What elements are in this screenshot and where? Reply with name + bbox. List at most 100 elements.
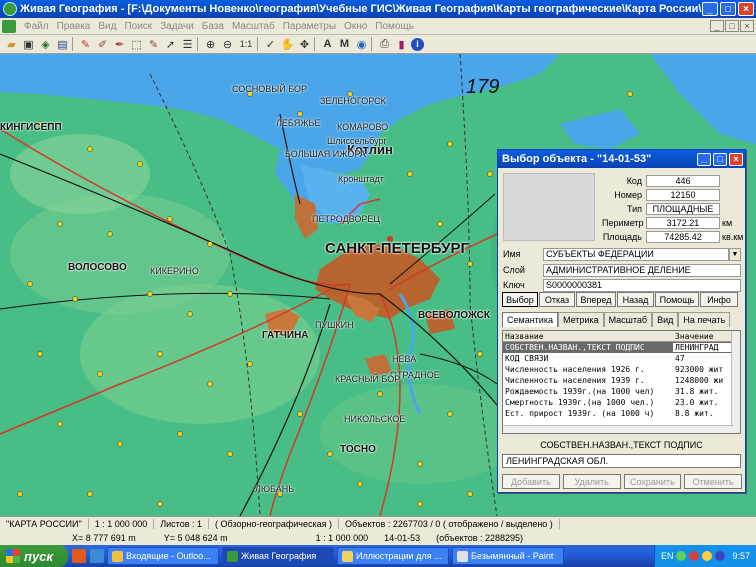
dialog-title-bar[interactable]: Выбор объекта - "14-01-53" _ □ × xyxy=(498,150,745,168)
minimize-button[interactable]: _ xyxy=(702,2,718,16)
map-label-kikerino[interactable]: КИКЕРИНО xyxy=(150,266,199,276)
map-label-sosnovy-bor[interactable]: СОСНОВЫЙ БОР xyxy=(232,84,307,94)
forward-button[interactable]: Вперед xyxy=(576,292,616,307)
map-label-tosno[interactable]: ТОСНО xyxy=(340,444,376,455)
task-illustrations[interactable]: Иллюстрации для ... xyxy=(337,547,449,565)
cancel-button[interactable]: Отказ xyxy=(539,292,575,307)
map-label-pushkin[interactable]: ПУШКИН xyxy=(315,320,354,330)
pin-icon[interactable]: ✒ xyxy=(112,37,127,52)
delete-button[interactable]: Удалить xyxy=(562,474,621,489)
column-header-name[interactable]: Название xyxy=(503,332,673,341)
save-button[interactable]: Сохранить xyxy=(623,474,682,489)
menu-window[interactable]: Окно xyxy=(340,21,371,32)
task-outlook[interactable]: Входящие - Outloo... xyxy=(107,547,219,565)
map-label-volosovo[interactable]: ВОЛОСОВО xyxy=(68,262,127,273)
start-button[interactable]: пуск xyxy=(0,545,68,567)
name-select[interactable]: СУБЪЕКТЫ ФЕДЕРАЦИИ xyxy=(543,247,729,261)
pencil-icon[interactable]: ✎ xyxy=(78,37,93,52)
mdi-restore-button[interactable]: □ xyxy=(725,20,739,32)
table-vertical-scrollbar[interactable] xyxy=(731,331,740,433)
map-label-kronshtadt[interactable]: Кронштадт xyxy=(338,174,384,184)
semantic-value-field[interactable]: ЛЕНИНГРАДСКАЯ ОБЛ. xyxy=(502,454,741,468)
printer-icon[interactable]: ⎙ xyxy=(377,37,392,52)
table-row[interactable]: Численность населения 1939 г. 1248000 жи xyxy=(503,375,740,386)
tray-icon[interactable] xyxy=(702,551,713,561)
select-tool-icon[interactable]: ✎ xyxy=(146,37,161,52)
menu-database[interactable]: База xyxy=(198,21,228,32)
arrow-cursor-icon[interactable]: ➚ xyxy=(163,37,178,52)
table-horizontal-scrollbar[interactable] xyxy=(503,425,733,433)
tray-icon[interactable] xyxy=(689,551,700,561)
tab-semantics[interactable]: Семантика xyxy=(502,312,558,327)
revert-button[interactable]: Отменить xyxy=(684,474,742,489)
table-row[interactable]: СОБСТВЕН.НАЗВАН.,ТЕКСТ ПОДПИС ЛЕНИНГРАД xyxy=(503,342,740,353)
dialog-minimize-button[interactable]: _ xyxy=(697,152,711,166)
info-icon[interactable]: i xyxy=(411,37,424,51)
map-m-icon[interactable]: M xyxy=(337,37,352,52)
print-setup-icon[interactable]: ▣ xyxy=(21,37,36,52)
hand-icon[interactable]: ✋ xyxy=(280,37,295,52)
zoom-out-icon[interactable]: ⊖ xyxy=(220,37,235,52)
arrows-icon[interactable]: ✥ xyxy=(297,37,312,52)
maximize-button[interactable]: □ xyxy=(720,2,736,16)
tab-scale[interactable]: Масштаб xyxy=(603,312,653,327)
chevron-down-icon[interactable]: ▼ xyxy=(729,247,741,261)
column-header-value[interactable]: Значение xyxy=(673,332,714,341)
menu-tasks[interactable]: Задачи xyxy=(156,21,198,32)
map-label-nikolskoe[interactable]: НИКОЛЬСКОЕ xyxy=(344,414,405,424)
menu-edit[interactable]: Правка xyxy=(53,21,95,32)
table-row[interactable]: Численность населения 1926 г. 923000 жит xyxy=(503,364,740,375)
map-label-lyuban[interactable]: ЛЮБАНЬ xyxy=(255,484,294,494)
add-button[interactable]: Добавить xyxy=(502,474,560,489)
map-label-saint-petersburg[interactable]: САНКТ-ПЕТЕРБУРГ xyxy=(325,240,469,257)
map-label-kingisepp[interactable]: КИНГИСЕПП xyxy=(0,122,62,133)
select-rect-icon[interactable]: ⬚ xyxy=(129,37,144,52)
task-paint[interactable]: Безымянный - Paint xyxy=(452,547,564,565)
tab-view[interactable]: Вид xyxy=(652,312,679,327)
open-icon[interactable]: ▰ xyxy=(4,37,19,52)
quicklaunch-icon[interactable] xyxy=(90,549,104,563)
tab-print[interactable]: На печать xyxy=(678,312,731,327)
map-label-bolshaya-izhora[interactable]: БОЛЬШАЯ ИЖОРА xyxy=(285,149,366,159)
mdi-close-button[interactable]: × xyxy=(740,20,754,32)
globe-icon[interactable]: ◉ xyxy=(354,37,369,52)
table-row[interactable]: Ест. прирост 1939г. (на 1000 ч) 8.8 жит. xyxy=(503,408,740,419)
mdi-minimize-button[interactable]: _ xyxy=(710,20,724,32)
menu-scale[interactable]: Масштаб xyxy=(228,21,279,32)
map-label-krasny-bor[interactable]: КРАСНЫЙ БОР xyxy=(335,374,400,384)
menu-search[interactable]: Поиск xyxy=(120,21,156,32)
document-icon[interactable] xyxy=(2,19,16,33)
marker-icon[interactable]: ✐ xyxy=(95,37,110,52)
select-button[interactable]: Выбор xyxy=(502,292,538,307)
text-a-icon[interactable]: A xyxy=(320,37,335,52)
book-icon[interactable]: ▮ xyxy=(394,37,409,52)
menu-view[interactable]: Вид xyxy=(94,21,120,32)
map-label-shlisselburg[interactable]: Шлиссельбург xyxy=(327,136,387,146)
map-label-lebyazhye[interactable]: ЛЕБЯЖЬЕ xyxy=(276,118,320,128)
menu-parameters[interactable]: Параметры xyxy=(279,21,340,32)
task-zhivaya-geografia[interactable]: Живая География xyxy=(222,547,334,565)
map-label-petrodvorets[interactable]: ПЕТРОДВОРЕЦ xyxy=(312,214,380,224)
stack-icon[interactable]: ▤ xyxy=(55,37,70,52)
table-row[interactable]: Смертность 1939г.(на 1000 чел.) 23.0 жит… xyxy=(503,397,740,408)
map-label-gatchina[interactable]: ГАТЧИНА xyxy=(262,330,309,341)
dialog-maximize-button[interactable]: □ xyxy=(713,152,727,166)
menu-file[interactable]: Файл xyxy=(20,21,53,32)
map-label-zelenogorsk[interactable]: ЗЕЛЕНОГОРСК xyxy=(320,96,386,106)
zoom-1-1-icon[interactable]: 1:1 xyxy=(237,37,255,52)
tab-metrics[interactable]: Метрика xyxy=(557,312,604,327)
menu-help[interactable]: Помощь xyxy=(371,21,418,32)
zoom-in-icon[interactable]: ⊕ xyxy=(203,37,218,52)
help-button[interactable]: Помощь xyxy=(655,292,699,307)
quicklaunch-icon[interactable] xyxy=(72,549,86,563)
map-label-komarovo[interactable]: КОМАРОВО xyxy=(337,122,388,132)
tray-icon[interactable] xyxy=(676,551,687,561)
back-button[interactable]: Назад xyxy=(617,292,654,307)
map-label-neva[interactable]: НЕВА xyxy=(392,354,416,364)
close-button[interactable]: × xyxy=(738,2,754,16)
check-icon[interactable]: ✓ xyxy=(263,37,278,52)
info-button[interactable]: Инфо xyxy=(700,292,738,307)
list-icon[interactable]: ☰ xyxy=(180,37,195,52)
dialog-close-button[interactable]: × xyxy=(729,152,743,166)
map-label-vsevolozhsk[interactable]: ВСЕВОЛОЖСК xyxy=(418,310,490,321)
